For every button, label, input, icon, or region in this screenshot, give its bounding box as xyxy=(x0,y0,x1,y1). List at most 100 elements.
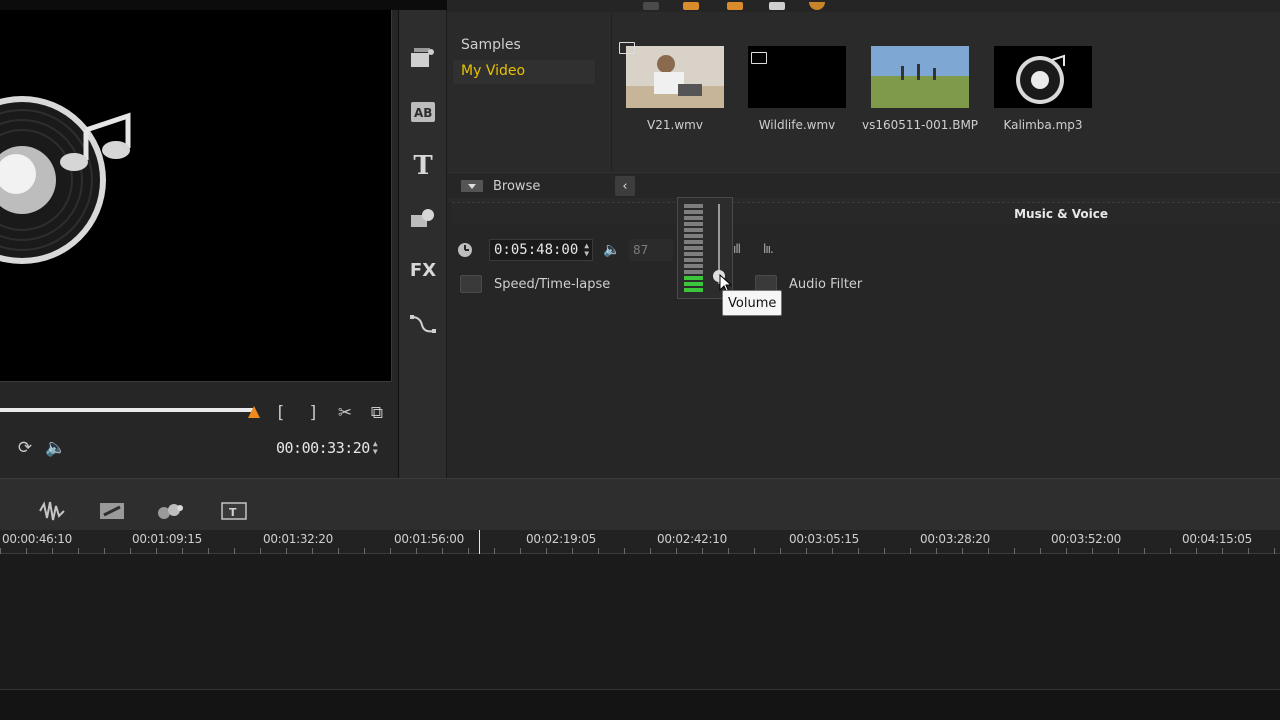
browse-label: Browse xyxy=(493,178,541,194)
folder-item-samples[interactable]: Samples xyxy=(461,37,521,53)
fade-out-icon[interactable]: lıı. xyxy=(763,242,785,258)
path-icon[interactable] xyxy=(409,310,437,338)
sound-mixer-icon[interactable] xyxy=(38,499,66,523)
ruler-tick xyxy=(104,548,105,554)
subtitle-editor-icon[interactable]: T xyxy=(220,499,248,523)
timeline-tracks[interactable] xyxy=(0,555,1280,690)
folder-dropdown-icon xyxy=(461,180,483,192)
duration-field[interactable]: 0:05:48:00 ▲ ▼ xyxy=(489,239,593,261)
ruler-tick xyxy=(910,548,911,554)
filter-fx-icon[interactable]: FX xyxy=(409,256,437,284)
ruler-tick xyxy=(832,548,833,554)
options-title: Music & Voice xyxy=(1014,207,1108,221)
video-file-icon xyxy=(751,52,767,64)
library-thumbnail[interactable]: vs160511-001.BMP xyxy=(862,40,978,134)
ruler-tick xyxy=(182,548,183,554)
ruler-tick xyxy=(364,548,365,554)
svg-text:T: T xyxy=(229,506,237,519)
thumbnail-label: V21.wmv xyxy=(647,118,703,132)
ruler-tick xyxy=(78,548,79,554)
ruler-tick xyxy=(130,548,131,554)
ruler-tick xyxy=(286,548,287,554)
split-clip-icon[interactable]: ✂ xyxy=(334,402,356,424)
collapse-library-button[interactable]: ‹ xyxy=(615,176,635,196)
ruler-tick xyxy=(390,548,391,554)
volume-value-field[interactable]: 87 xyxy=(629,239,673,261)
video-file-icon xyxy=(619,42,635,54)
ruler-tick xyxy=(884,548,885,554)
ruler-tick xyxy=(806,548,807,554)
scrub-bar[interactable] xyxy=(0,408,255,412)
library-thumbnail[interactable]: Kalimba.mp3 xyxy=(985,40,1101,134)
options-panel: Music & Voice 0:05:48:00 ▲ ▼ 🔈 87 ıll lıı… xyxy=(447,202,1280,478)
ruler-tick xyxy=(312,548,313,554)
ruler-tick xyxy=(26,548,27,554)
ruler-tick xyxy=(676,548,677,554)
ruler-tick xyxy=(1170,548,1171,554)
ruler-tick xyxy=(234,548,235,554)
folder-item-my-video[interactable]: My Video xyxy=(461,63,525,79)
scrub-handle[interactable] xyxy=(248,406,260,418)
transition-icon[interactable]: AB xyxy=(409,98,437,126)
duration-value: 0:05:48:00 xyxy=(494,242,579,258)
ruler-tick xyxy=(962,548,963,554)
ruler-tick xyxy=(338,548,339,554)
timeline-toolbar: T xyxy=(0,478,1280,530)
audio-file-icon xyxy=(994,46,1092,108)
toolbar-icon[interactable] xyxy=(769,2,785,10)
ruler-tick xyxy=(780,548,781,554)
chevron-left-icon: ‹ xyxy=(622,178,628,194)
title-icon[interactable]: T xyxy=(409,151,437,181)
volume-tooltip: Volume xyxy=(722,290,783,316)
auto-music-icon[interactable] xyxy=(98,499,126,523)
fade-in-icon[interactable]: ıll xyxy=(733,242,747,258)
ruler-tick xyxy=(156,548,157,554)
ruler-tick xyxy=(702,548,703,554)
speaker-icon[interactable]: 🔈 xyxy=(45,437,67,459)
browse-button[interactable]: Browse xyxy=(461,177,540,195)
ruler-tick xyxy=(988,548,989,554)
folder-list: Samples My Video xyxy=(447,12,612,172)
preview-timecode[interactable]: 00:00:33:20 ▲ ▼ xyxy=(276,437,384,459)
media-icon[interactable] xyxy=(409,44,437,72)
library-thumbnail[interactable]: V21.wmv xyxy=(617,40,733,134)
mark-in-button[interactable]: [ xyxy=(270,402,292,424)
ruler-tick xyxy=(1144,548,1145,554)
motion-tracking-icon[interactable] xyxy=(156,499,184,523)
ruler-tick xyxy=(208,548,209,554)
meter-bar xyxy=(684,282,703,286)
ruler-tick-label: 00:01:56:00 xyxy=(394,532,464,546)
preview-timecode-value: 00:00:33:20 xyxy=(276,439,370,457)
meter-bar xyxy=(684,234,703,238)
repeat-icon[interactable]: ⟳ xyxy=(14,437,36,459)
toolbar-icon[interactable] xyxy=(727,2,743,10)
toolbar-icon[interactable] xyxy=(809,2,825,10)
timecode-stepper[interactable]: ▲ ▼ xyxy=(373,440,378,456)
meter-bar xyxy=(684,288,703,292)
bottom-strip xyxy=(0,690,1280,720)
enlarge-preview-icon[interactable]: ⧉ xyxy=(366,402,388,424)
library-panel: Samples My Video V21.wmv Wildlife.wmv vs… xyxy=(447,12,1280,202)
ruler-tick xyxy=(1092,548,1093,554)
ruler-tick xyxy=(1274,548,1275,554)
graphic-icon[interactable] xyxy=(409,204,437,232)
ruler-tick xyxy=(520,548,521,554)
thumbnail-label: Wildlife.wmv xyxy=(758,118,836,132)
toolbar-icon[interactable] xyxy=(643,2,659,10)
ruler-tick xyxy=(858,548,859,554)
duration-stepper[interactable]: ▲ ▼ xyxy=(584,242,589,258)
playhead[interactable] xyxy=(479,530,480,554)
mark-out-button[interactable]: ] xyxy=(302,402,324,424)
ruler-tick-label: 00:01:32:20 xyxy=(263,532,333,546)
ruler-tick xyxy=(1222,548,1223,554)
toolbar-icon[interactable] xyxy=(683,2,699,10)
thumbnail-image xyxy=(871,46,969,108)
preview-screen xyxy=(0,10,392,382)
timeline-ruler[interactable]: 00:00:46:10 00:01:09:15 00:01:32:20 00:0… xyxy=(0,530,1280,554)
ruler-tick xyxy=(754,548,755,554)
speed-time-lapse-button[interactable]: Speed/Time-lapse xyxy=(460,273,610,295)
ruler-tick xyxy=(52,548,53,554)
ruler-tick-label: 00:02:19:05 xyxy=(526,532,596,546)
thumbnail-label: vs160511-001.BMP xyxy=(862,118,979,132)
library-thumbnail[interactable]: Wildlife.wmv xyxy=(739,40,855,134)
